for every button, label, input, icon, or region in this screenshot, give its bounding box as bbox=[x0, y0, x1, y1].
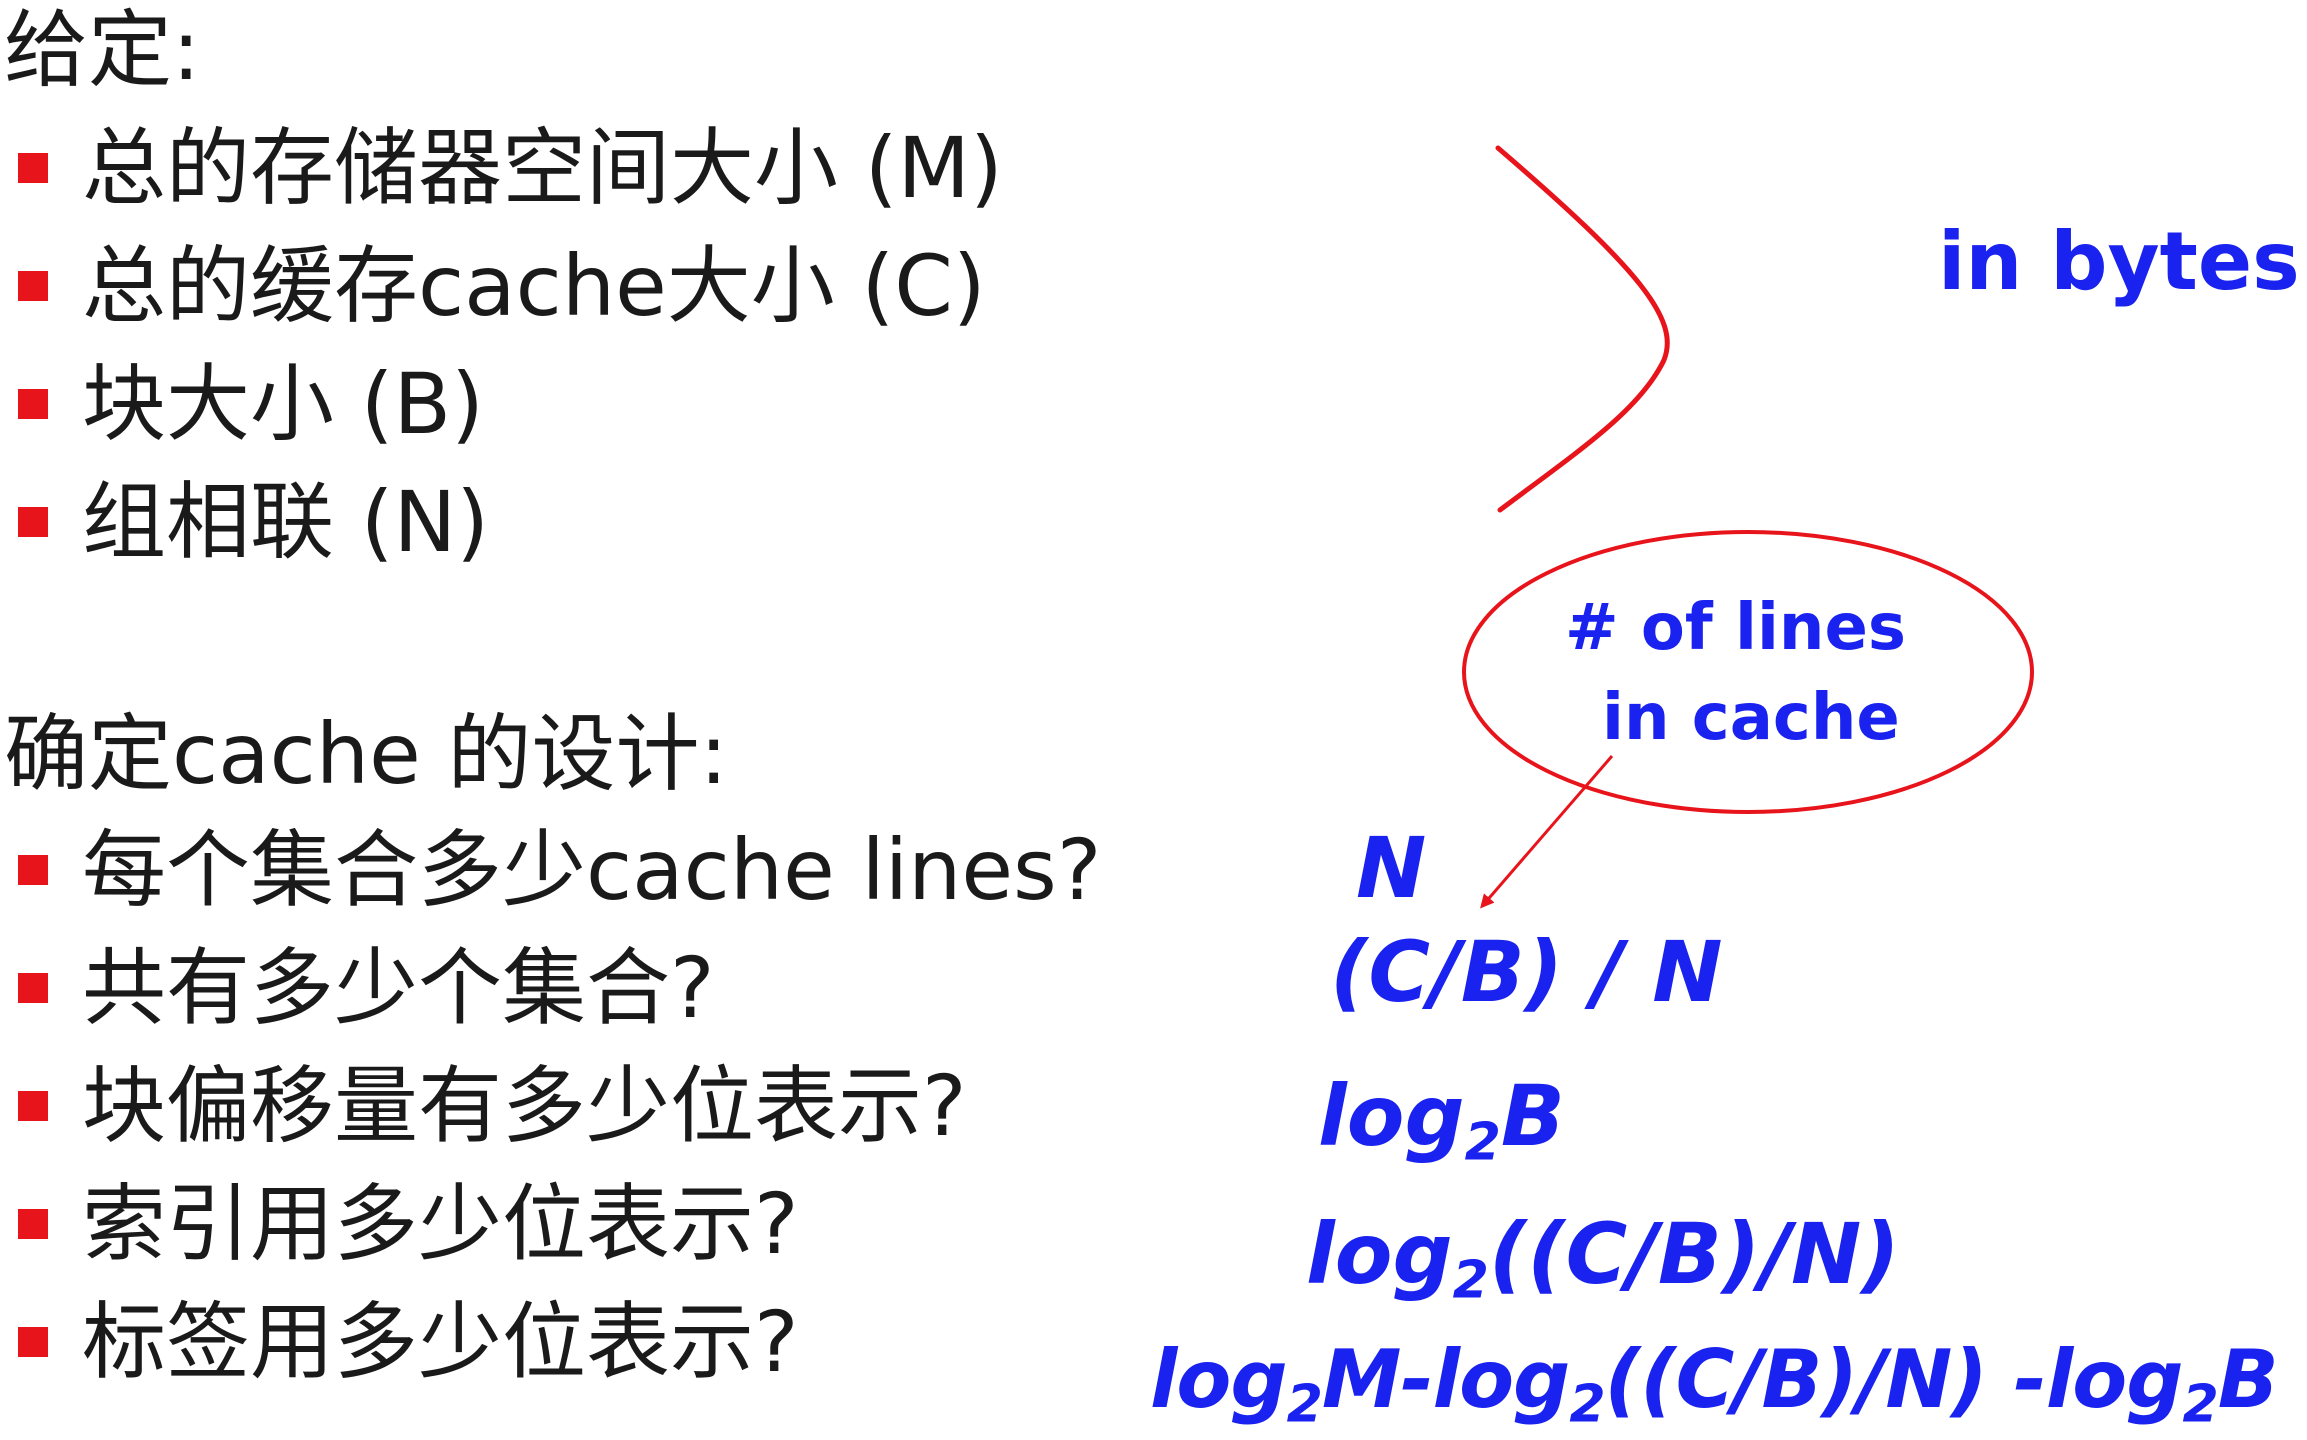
design-item-text: 共有多少个集合? bbox=[82, 939, 715, 1037]
formula-part: log bbox=[1306, 1205, 1453, 1303]
given-item-memory-size: 总的存储器空间大小 (M) bbox=[18, 118, 1003, 218]
bullet-square-icon bbox=[18, 855, 48, 885]
formula-part: B bbox=[2217, 1333, 2279, 1426]
design-heading: 确定cache 的设计: bbox=[4, 705, 728, 803]
circle-note-line1: # of lines bbox=[1565, 591, 1906, 665]
formula-part: M-log bbox=[1321, 1333, 1570, 1426]
design-item-text: 块偏移量有多少位表示? bbox=[82, 1057, 967, 1155]
bullet-square-icon bbox=[18, 389, 48, 419]
bullet-square-icon bbox=[18, 1327, 48, 1357]
given-item-associativity: 组相联 (N) bbox=[18, 472, 489, 572]
design-item-text: 标签用多少位表示? bbox=[82, 1293, 799, 1391]
answer-lines-per-set: N bbox=[1356, 819, 1427, 917]
design-item-offset-bits: 块偏移量有多少位表示? bbox=[18, 1056, 967, 1156]
answer-offset-bits: log2B bbox=[1318, 1074, 1565, 1169]
given-item-block-size: 块大小 (B) bbox=[18, 354, 484, 454]
formula-subscript: 2 bbox=[1569, 1374, 1605, 1435]
answer-tag-bits: log2M-log2((C/B)/N) -log2B bbox=[1150, 1340, 2279, 1431]
design-item-lines-per-set: 每个集合多少cache lines? bbox=[18, 820, 1101, 920]
design-item-text: 每个集合多少cache lines? bbox=[82, 821, 1102, 919]
curly-brace-icon bbox=[1495, 145, 1670, 513]
bullet-square-icon bbox=[18, 271, 48, 301]
arrow-to-answer-icon bbox=[1480, 755, 1614, 909]
formula-subscript: 2 bbox=[2182, 1374, 2219, 1435]
given-heading: 给定: bbox=[4, 1, 201, 99]
design-item-index-bits: 索引用多少位表示? bbox=[18, 1174, 799, 1274]
given-item-text: 总的缓存cache大小 (C) bbox=[82, 237, 986, 335]
formula-part: B bbox=[1500, 1067, 1565, 1165]
design-item-tag-bits: 标签用多少位表示? bbox=[18, 1292, 799, 1392]
formula-subscript: 2 bbox=[1464, 1112, 1501, 1173]
bullet-square-icon bbox=[18, 507, 48, 537]
circle-note-line2: in cache bbox=[1602, 681, 1900, 755]
formula-part: ((C/B)/N) -log bbox=[1604, 1333, 2184, 1426]
formula-part: ((C/B)/N) bbox=[1488, 1205, 1900, 1303]
in-bytes-note: in bytes bbox=[1938, 215, 2300, 308]
formula-subscript: 2 bbox=[1286, 1374, 1323, 1435]
bullet-square-icon bbox=[18, 153, 48, 183]
answer-index-bits: log2((C/B)/N) bbox=[1306, 1212, 1900, 1307]
formula-subscript: 2 bbox=[1452, 1250, 1489, 1311]
circle-outline-icon bbox=[1462, 530, 2034, 814]
given-item-cache-size: 总的缓存cache大小 (C) bbox=[18, 236, 986, 336]
answer-number-of-sets: (C/B) / N bbox=[1330, 923, 1723, 1021]
given-item-text: 组相联 (N) bbox=[82, 473, 490, 571]
given-item-text: 块大小 (B) bbox=[82, 355, 484, 453]
formula-part: log bbox=[1150, 1333, 1288, 1426]
bullet-square-icon bbox=[18, 1091, 48, 1121]
design-item-text: 索引用多少位表示? bbox=[82, 1175, 799, 1273]
formula-part: log bbox=[1318, 1067, 1465, 1165]
bullet-square-icon bbox=[18, 1209, 48, 1239]
bullet-square-icon bbox=[18, 973, 48, 1003]
design-item-number-of-sets: 共有多少个集合? bbox=[18, 938, 715, 1038]
given-item-text: 总的存储器空间大小 (M) bbox=[82, 119, 1003, 217]
